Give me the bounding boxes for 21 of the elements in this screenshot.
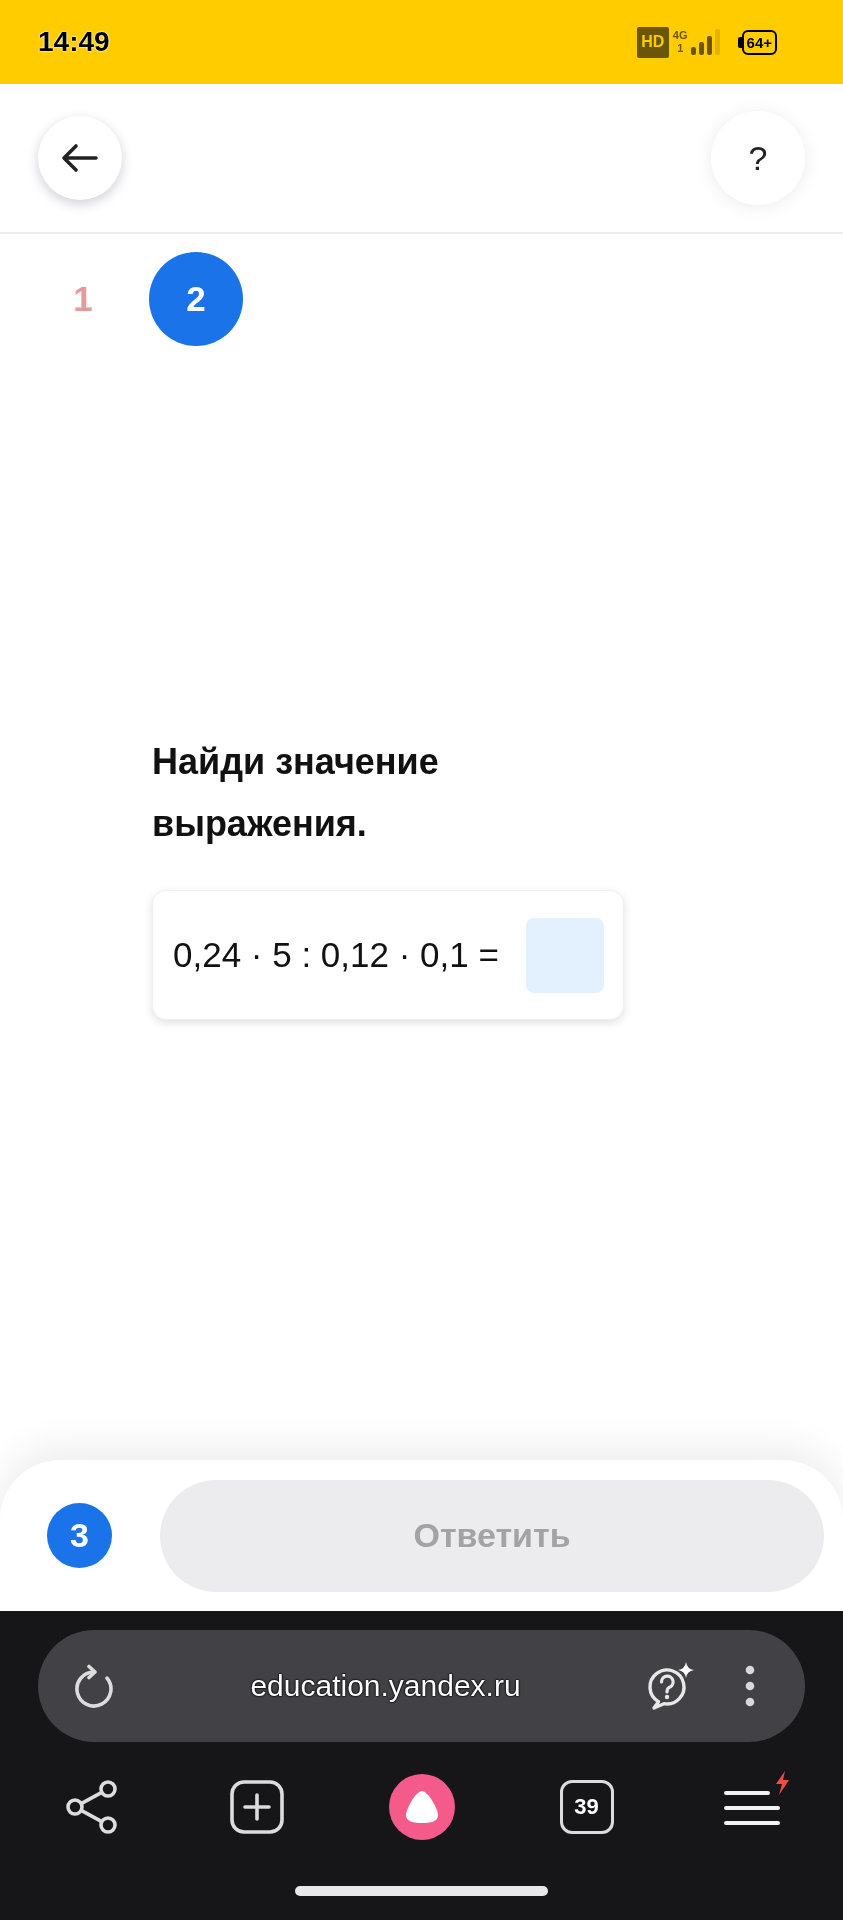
url-text[interactable]: education.yandex.ru (116, 1669, 645, 1703)
tabs-button[interactable]: 39 (559, 1780, 614, 1834)
task-prompt: Найди значение выражения. (152, 740, 440, 846)
help-button[interactable]: ? (711, 111, 805, 205)
clock-time: 14:49 (38, 26, 110, 58)
share-icon[interactable] (65, 1780, 118, 1834)
reload-icon[interactable] (72, 1664, 116, 1708)
back-button[interactable] (38, 116, 122, 200)
step-tab[interactable]: 2 (149, 252, 243, 346)
question-bubble-icon[interactable] (645, 1661, 695, 1711)
math-expression: 0,24 · 5 : 0,12 · 0,1 = (173, 935, 499, 975)
hd-indicator: HD (636, 26, 669, 58)
network-type-label: 4G (672, 29, 688, 42)
sim-slot-label: 1 (677, 42, 684, 55)
plus-square-icon[interactable] (229, 1780, 284, 1834)
battery-indicator: 64+ (737, 29, 777, 55)
arrow-left-icon (61, 143, 99, 173)
more-icon[interactable] (745, 1665, 755, 1707)
signal-icon (689, 29, 722, 55)
lightning-icon (773, 1771, 790, 1795)
counter-badge: 3 (47, 1503, 112, 1568)
